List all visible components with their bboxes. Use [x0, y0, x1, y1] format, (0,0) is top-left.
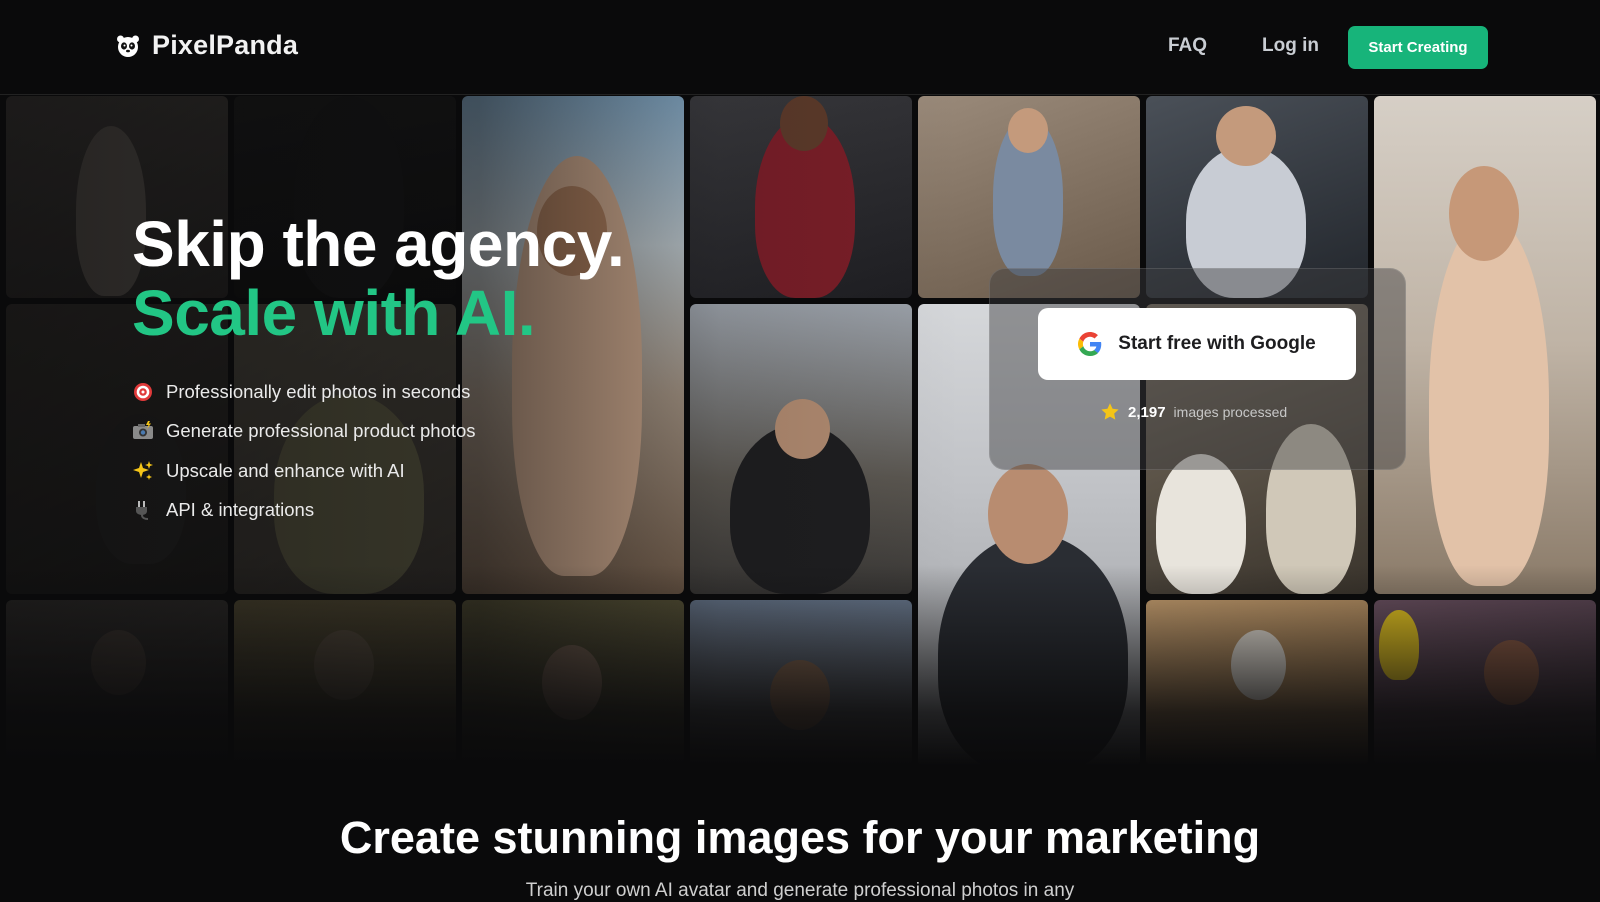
- start-creating-button[interactable]: Start Creating: [1348, 26, 1488, 69]
- section-title: Create stunning images for your marketin…: [339, 812, 1261, 863]
- camera-flash-icon: [132, 420, 154, 442]
- gallery-photo: [234, 600, 456, 766]
- sparkles-icon: [132, 460, 154, 482]
- feature-text: Professionally edit photos in seconds: [166, 380, 471, 402]
- brand-name: PixelPanda: [152, 30, 299, 60]
- top-nav: PixelPanda FAQ Log in Start Creating: [0, 0, 1600, 95]
- images-processed-stat: 2,197 images processed: [1100, 402, 1287, 422]
- google-button-label: Start free with Google: [1118, 333, 1316, 354]
- target-icon: [132, 381, 154, 403]
- hero-headline-line2: Scale with AI.: [132, 277, 536, 349]
- google-signup-button[interactable]: Start free with Google: [1038, 308, 1356, 380]
- gallery-photo: [1374, 600, 1596, 766]
- images-processed-count: 2,197: [1128, 403, 1166, 421]
- images-processed-label: images processed: [1173, 404, 1288, 420]
- feature-list: Professionally edit photos in seconds Ge…: [132, 372, 476, 530]
- panda-icon: [117, 35, 139, 57]
- section-subtitle: Train your own AI avatar and generate pr…: [525, 880, 1075, 901]
- gallery-photo: [462, 600, 684, 766]
- google-icon: [1078, 332, 1102, 356]
- signup-card: Start free with Google 2,197 images proc…: [989, 268, 1406, 470]
- gallery-photo: [690, 96, 912, 298]
- feature-item: Generate professional product photos: [132, 412, 476, 452]
- nav-login-link[interactable]: Log in: [1262, 35, 1319, 57]
- feature-text: Upscale and enhance with AI: [166, 459, 405, 481]
- nav-faq-link[interactable]: FAQ: [1168, 35, 1207, 57]
- feature-text: API & integrations: [166, 499, 315, 521]
- feature-item: API & integrations: [132, 491, 476, 531]
- feature-item: Professionally edit photos in seconds: [132, 372, 476, 412]
- gallery-photo: [1374, 96, 1596, 594]
- plug-icon: [132, 499, 154, 521]
- feature-text: Generate professional product photos: [166, 420, 476, 442]
- star-icon: [1101, 403, 1119, 420]
- gallery-photo: [690, 304, 912, 594]
- gallery-photo: [690, 600, 912, 766]
- brand-logo[interactable]: PixelPanda: [116, 30, 298, 61]
- hero-headline-line1: Skip the agency.: [132, 208, 625, 280]
- feature-item: Upscale and enhance with AI: [132, 451, 476, 491]
- gallery-photo: [1146, 600, 1368, 766]
- gallery-photo: [6, 600, 228, 766]
